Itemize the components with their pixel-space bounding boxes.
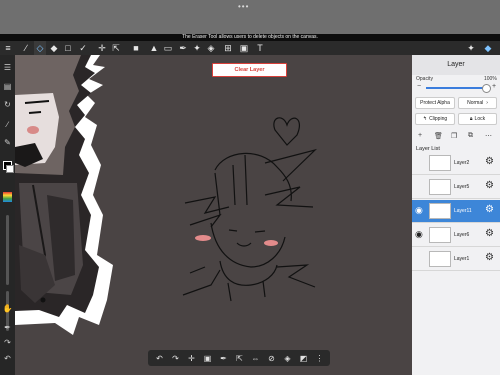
merge-layer-icon[interactable]: ⧉ (468, 132, 473, 140)
system-top-bar (0, 0, 500, 34)
eyedropper-icon[interactable]: ✒ (216, 350, 231, 366)
clipping-label: Clipping (429, 116, 448, 122)
layer-name: Layer1 (454, 256, 470, 262)
navigator-icon[interactable]: ▤ (0, 79, 15, 93)
layer-actions-bar: + 🗑︎ ❐ ⧉ ⋯ (412, 130, 500, 144)
opacity-decrease-button[interactable]: − (417, 83, 421, 90)
eraser-icon[interactable]: ◇ (34, 41, 46, 55)
image-icon[interactable]: ▣ (238, 41, 250, 55)
drawing-canvas[interactable] (15, 55, 412, 375)
selection-eraser-icon[interactable]: ◈ (205, 41, 217, 55)
gear-icon[interactable]: ⚙ (485, 252, 494, 263)
eye-icon[interactable]: ◉ (415, 205, 423, 216)
artwork (15, 55, 318, 335)
ruler-icon[interactable]: ∕ (0, 117, 15, 131)
magic-wand-icon[interactable]: ✦ (191, 41, 203, 55)
layer-thumbnail (429, 179, 451, 195)
gradient-icon[interactable]: ▭ (162, 41, 174, 55)
layer-row[interactable]: Layer2 ⚙ (412, 152, 500, 175)
secondary-color-swatch[interactable] (6, 165, 14, 173)
gear-icon[interactable]: ⚙ (485, 204, 494, 215)
brush-size-slider[interactable] (6, 215, 9, 285)
panel-title: Layer (412, 55, 500, 75)
layers-panel-icon[interactable]: ◆ (482, 41, 494, 55)
clipping-button[interactable]: ↰ Clipping (415, 113, 455, 125)
deselect-icon[interactable]: ⊘ (264, 350, 279, 366)
save-icon[interactable]: ◈ (280, 350, 295, 366)
blend-mode-select[interactable]: Normal › (458, 97, 497, 109)
flip-icon[interactable]: ⇔ (248, 350, 263, 366)
layer-name: Layer2 (454, 160, 470, 166)
layer-thumbnail (429, 227, 451, 243)
layer-row[interactable]: Layer1 ⚙ (412, 248, 500, 271)
redo-icon[interactable]: ↷ (168, 350, 183, 366)
layer-panel: Layer Opacity 100% − + Protect Alpha Nor… (412, 55, 500, 375)
multitask-dots[interactable]: ••• (238, 2, 249, 11)
bucket-icon[interactable]: ▲ (148, 41, 160, 55)
tool-hint-bar: The Eraser Tool allows users to delete o… (0, 34, 500, 41)
fill-color-icon[interactable]: ■ (130, 41, 142, 55)
layer-thumbnail (429, 155, 451, 171)
layer-name: Layer6 (454, 232, 470, 238)
palette-icon[interactable] (3, 192, 12, 202)
clipping-icon: ↰ (422, 116, 428, 122)
delete-layer-icon[interactable]: 🗑︎ (434, 132, 443, 140)
lock-label: Lock (474, 116, 486, 122)
move-icon[interactable]: ✛ (96, 41, 108, 55)
opacity-slider-knob[interactable] (482, 84, 491, 93)
duplicate-layer-icon[interactable]: ❐ (451, 132, 457, 140)
lasso-check-icon[interactable]: ✓ (77, 41, 89, 55)
layer-thumbnail (429, 203, 451, 219)
layer-row[interactable]: ◉ Layer11 ⚙ (412, 200, 500, 223)
layer-thumbnail (429, 251, 451, 267)
transform-icon[interactable]: ⇱ (110, 41, 122, 55)
bottom-toolbar: ↶ ↷ ✛ ▣ ✒ ⇱ ⇔ ⊘ ◈ ◩ ⋮ (148, 350, 330, 366)
eyedropper-icon[interactable]: ✒ (177, 41, 189, 55)
select-move-icon[interactable]: ✛ (184, 350, 199, 366)
pen-pressure-icon[interactable]: ✒ (0, 320, 15, 334)
blend-mode-value: Normal (467, 100, 484, 106)
opacity-slider[interactable] (426, 87, 488, 89)
chevron-right-icon: › (486, 100, 488, 106)
lock-icon: 🔒︎ (469, 116, 473, 122)
clear-layer-button[interactable]: Clear Layer (212, 63, 287, 77)
left-sidebar: ☰ ▤ ↻ ∕ ✎ ✋ ✒ ↷ ↶ (0, 55, 15, 375)
pen-icon[interactable]: ✎ (0, 135, 15, 149)
layers-toggle-icon[interactable]: ☰ (0, 60, 15, 74)
undo-icon[interactable]: ↶ (152, 350, 167, 366)
layer-row[interactable]: Layer5 ⚙ (412, 176, 500, 199)
layer-name: Layer5 (454, 184, 470, 190)
protect-alpha-button[interactable]: Protect Alpha (415, 97, 455, 109)
lock-button[interactable]: 🔒︎ Lock (458, 113, 497, 125)
opacity-value: 100% (484, 76, 497, 82)
more-icon[interactable]: ⋮ (312, 350, 327, 366)
layer-name: Layer11 (454, 208, 472, 214)
more-options-icon[interactable]: ⋯ (485, 132, 492, 140)
eye-icon[interactable]: ◉ (415, 229, 423, 240)
frame-icon[interactable]: ⊞ (222, 41, 234, 55)
layer-row[interactable]: ◉ Layer6 ⚙ (412, 224, 500, 247)
gear-icon[interactable]: ⚙ (485, 180, 494, 191)
hand-icon[interactable]: ✋ (0, 301, 15, 315)
rotate-icon[interactable]: ↻ (0, 97, 15, 111)
brush-icon[interactable]: ∕ (20, 41, 32, 55)
transform-icon[interactable]: ⇱ (232, 350, 247, 366)
add-layer-icon[interactable]: + (418, 132, 422, 139)
rect-select-icon[interactable]: □ (62, 41, 74, 55)
undo-icon[interactable]: ↶ (0, 351, 15, 365)
opacity-increase-button[interactable]: + (492, 83, 496, 90)
gear-icon[interactable]: ⚙ (485, 156, 494, 167)
menu-icon[interactable]: ≡ (2, 41, 14, 55)
materials-icon[interactable]: ✦ (465, 41, 477, 55)
opacity-label: Opacity (416, 76, 433, 82)
top-toolbar: ≡ ∕ ◇ ◆ □ ✓ ✛ ⇱ ■ ▲ ▭ ✒ ✦ ◈ ⊞ ▣ T ✦ ◆ (0, 41, 500, 56)
redo-icon[interactable]: ↷ (0, 335, 15, 349)
smudge-icon[interactable]: ◆ (48, 41, 60, 55)
gear-icon[interactable]: ⚙ (485, 228, 494, 239)
swap-colors-icon[interactable]: ▣ (200, 350, 215, 366)
share-icon[interactable]: ◩ (296, 350, 311, 366)
text-icon[interactable]: T (254, 41, 266, 55)
